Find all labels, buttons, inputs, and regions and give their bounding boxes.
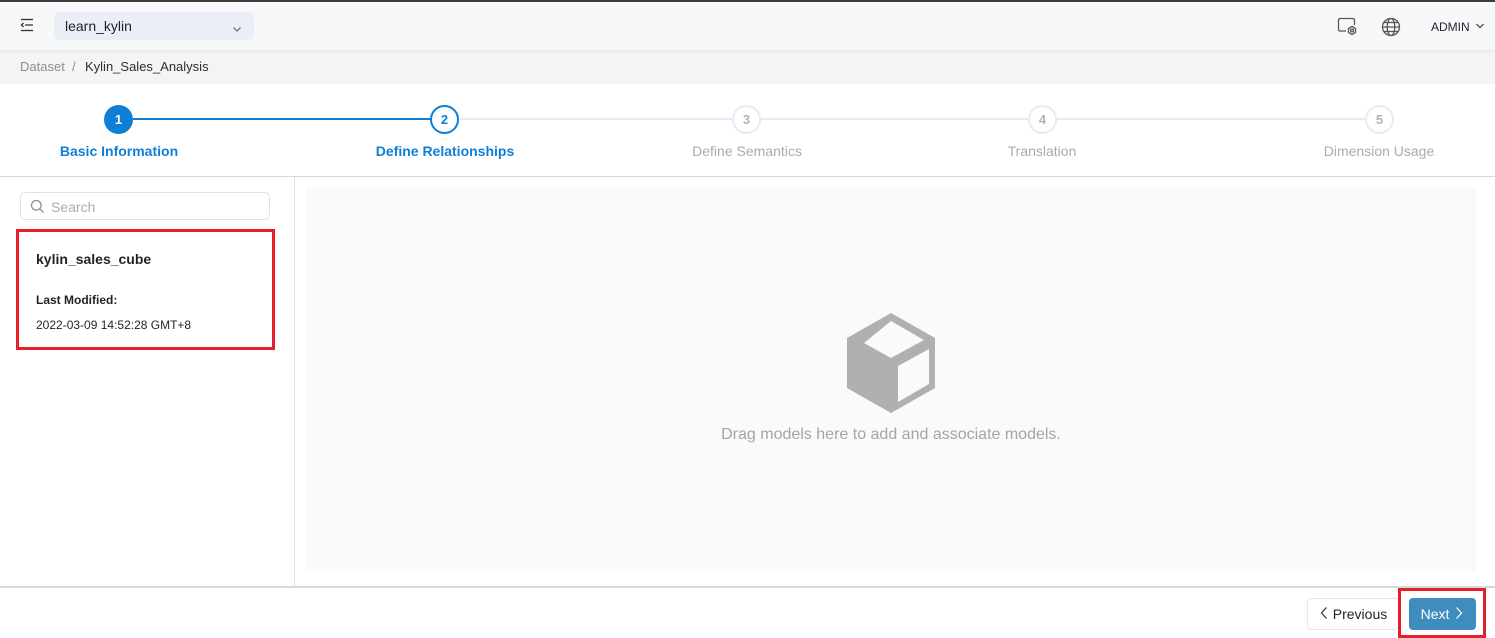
model-sidebar: kylin_sales_cube Last Modified: 2022-03-… bbox=[0, 177, 295, 586]
project-select-value: learn_kylin bbox=[65, 18, 132, 34]
breadcrumb-separator: / bbox=[72, 59, 76, 74]
cube-icon bbox=[846, 313, 936, 413]
chevron-left-icon bbox=[1319, 606, 1329, 623]
step-number: 3 bbox=[732, 105, 761, 134]
chevron-right-icon bbox=[1454, 606, 1464, 623]
step-label: Define Semantics bbox=[692, 143, 802, 159]
previous-button[interactable]: Previous bbox=[1307, 598, 1399, 630]
breadcrumb-dataset[interactable]: Dataset bbox=[20, 59, 65, 74]
step-connector bbox=[460, 118, 732, 120]
next-label: Next bbox=[1420, 606, 1450, 622]
wizard-steps: 1 Basic Information 2 Define Relationshi… bbox=[0, 84, 1495, 177]
step-connector bbox=[761, 118, 1028, 120]
step-number: 2 bbox=[430, 105, 459, 134]
search-icon bbox=[30, 199, 45, 214]
chevron-down-icon bbox=[1475, 20, 1485, 34]
step-label: Dimension Usage bbox=[1323, 143, 1435, 159]
search-box[interactable] bbox=[20, 192, 270, 220]
user-name: ADMIN bbox=[1431, 20, 1470, 34]
empty-state-text: Drag models here to add and associate mo… bbox=[721, 426, 1061, 443]
step-number: 5 bbox=[1365, 105, 1394, 134]
step-connector bbox=[133, 118, 431, 120]
last-modified-label: Last Modified: bbox=[36, 293, 118, 307]
model-card[interactable]: kylin_sales_cube Last Modified: 2022-03-… bbox=[16, 229, 275, 350]
step-label: Translation bbox=[1007, 143, 1077, 159]
globe-icon[interactable] bbox=[1380, 16, 1402, 38]
monitor-settings-icon[interactable] bbox=[1337, 16, 1359, 38]
model-drop-area[interactable]: Drag models here to add and associate mo… bbox=[306, 187, 1476, 571]
step-number: 1 bbox=[104, 105, 133, 134]
top-bar: learn_kylin ADMIN bbox=[0, 0, 1495, 50]
model-name: kylin_sales_cube bbox=[36, 251, 152, 267]
last-modified-value: 2022-03-09 14:52:28 GMT+8 bbox=[36, 318, 192, 332]
breadcrumb: Dataset / Kylin_Sales_Analysis bbox=[0, 50, 1495, 84]
search-input[interactable] bbox=[51, 197, 261, 217]
previous-label: Previous bbox=[1332, 606, 1388, 622]
menu-fold-icon[interactable] bbox=[18, 16, 36, 34]
project-select[interactable]: learn_kylin bbox=[54, 12, 254, 40]
breadcrumb-current: Kylin_Sales_Analysis bbox=[85, 59, 209, 74]
step-label: Basic Information bbox=[59, 143, 179, 159]
step-connector bbox=[1057, 118, 1365, 120]
footer-bar: Previous Next bbox=[0, 586, 1495, 638]
chevron-down-icon bbox=[232, 21, 242, 32]
next-button[interactable]: Next bbox=[1409, 598, 1476, 630]
step-number: 4 bbox=[1028, 105, 1057, 134]
user-menu[interactable]: ADMIN bbox=[1431, 20, 1485, 34]
step-label: Define Relationships bbox=[375, 143, 515, 159]
